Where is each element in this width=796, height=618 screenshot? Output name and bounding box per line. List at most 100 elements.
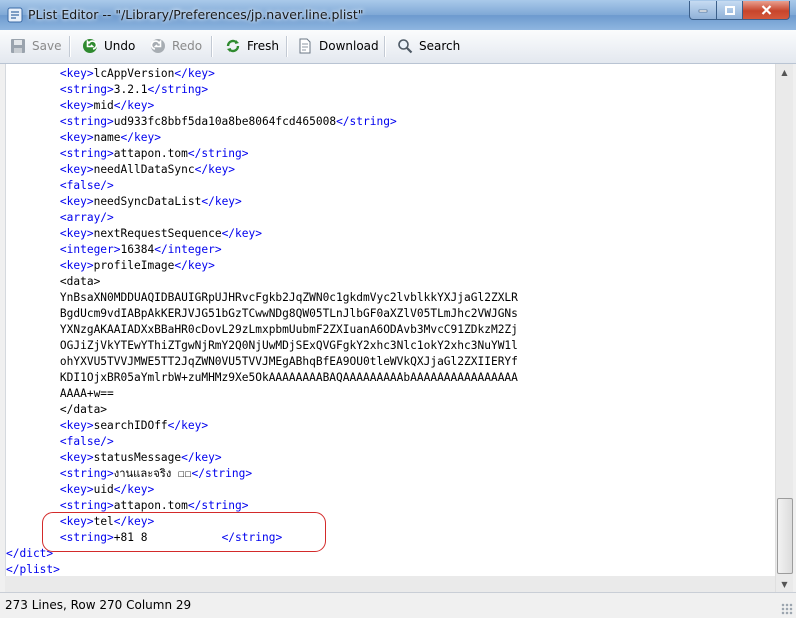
- line-close-tag: </key>: [174, 67, 215, 80]
- code-line[interactable]: <string>3.2.1</string>: [6, 82, 208, 98]
- line-open-tag: <key>: [59, 131, 94, 144]
- code-line[interactable]: <key>lcAppVersion</key>: [6, 66, 215, 82]
- scroll-thumb[interactable]: [777, 498, 793, 574]
- download-button[interactable]: Download: [297, 36, 379, 56]
- minimize-button[interactable]: [689, 1, 717, 20]
- code-line[interactable]: <data>: [6, 274, 100, 290]
- status-text: 273 Lines, Row 270 Column 29: [5, 598, 192, 612]
- line-close-tag: </string>: [187, 147, 249, 160]
- code-line[interactable]: <key>needAllDataSync</key>: [6, 162, 235, 178]
- line-content: AAAA+w==: [59, 387, 114, 400]
- code-line[interactable]: BgdUcm9vdIABpAkKERJVJG51bGzTCwwNDg8QW05T…: [6, 306, 518, 322]
- undo-button[interactable]: Undo: [82, 36, 135, 56]
- download-label: Download: [319, 39, 379, 53]
- code-line[interactable]: <string>attapon.tom</string>: [6, 498, 249, 514]
- code-line[interactable]: <key>tel</key>: [6, 514, 154, 530]
- search-icon: [398, 39, 413, 54]
- line-open-tag: <string>: [59, 467, 114, 480]
- line-open-tag: <string>: [59, 83, 114, 96]
- fresh-label: Fresh: [247, 39, 279, 53]
- code-line[interactable]: OGJiZjVkYTEwYThiZTgwNjRmY2Q0NjUwMDjSExQV…: [6, 338, 518, 354]
- fresh-button[interactable]: Fresh: [225, 36, 279, 56]
- line-content: OGJiZjVkYTEwYThiZTgwNjRmY2Q0NjUwMDjSExQV…: [59, 339, 518, 352]
- code-line[interactable]: <key>needSyncDataList</key>: [6, 194, 242, 210]
- line-close-tag: </key>: [194, 163, 236, 176]
- code-line[interactable]: <key>nextRequestSequence</key>: [6, 226, 262, 242]
- code-line[interactable]: <string>+81 8 </string>: [6, 530, 282, 546]
- line-open-tag: <key>: [59, 419, 94, 432]
- code-line[interactable]: ohYXVU5TVVJMWE5TT2JqZWN0VU5TVVJMEgABhqBf…: [6, 354, 518, 370]
- close-button[interactable]: [742, 1, 790, 20]
- line-open-tag: <key>: [59, 67, 94, 80]
- code-line[interactable]: YnBsaXN0MDDUAQIDBAUIGRpUJHRvcFgkb2JqZWN0…: [6, 290, 518, 306]
- line-close-tag: </string>: [187, 499, 249, 512]
- redo-button[interactable]: Redo: [150, 36, 202, 56]
- code-line[interactable]: <integer>16384</integer>: [6, 242, 222, 258]
- code-line[interactable]: AAAA+w==: [6, 386, 114, 402]
- line-open-tag: </plist>: [6, 563, 60, 576]
- code-line[interactable]: YXNzgAKAAIADXxBBaHR0cDovL29zLmxpbmUubmF2…: [6, 322, 518, 338]
- search-label: Search: [419, 39, 461, 53]
- scroll-up-arrow-icon[interactable]: ▲: [776, 64, 793, 80]
- code-line[interactable]: </plist>: [6, 562, 60, 576]
- line-close-tag: </key>: [120, 131, 161, 144]
- line-close-tag: </string>: [336, 115, 397, 128]
- line-content: งานและจริง ☐☐: [113, 467, 192, 480]
- line-content: </data>: [59, 403, 108, 416]
- code-line[interactable]: <string>attapon.tom</string>: [6, 146, 249, 162]
- line-close-tag: </key>: [174, 259, 215, 272]
- text-editor[interactable]: <key>lcAppVersion</key> <string>3.2.1</s…: [5, 64, 776, 576]
- code-line[interactable]: </data>: [6, 402, 107, 418]
- line-open-tag: <integer>: [59, 243, 121, 256]
- line-open-tag: <key>: [59, 515, 94, 528]
- code-line[interactable]: <key>name</key>: [6, 130, 161, 146]
- code-line[interactable]: <key>statusMessage</key>: [6, 450, 222, 466]
- code-line[interactable]: <string>งานและจริง ☐☐</string>: [6, 466, 252, 482]
- toolbar-separator: [211, 36, 213, 57]
- code-line[interactable]: <string>ud933fc8bbf5da10a8be8064fcd46500…: [6, 114, 397, 130]
- code-line[interactable]: <false/>: [6, 178, 114, 194]
- line-content: +81 8: [113, 531, 222, 544]
- vertical-scrollbar[interactable]: ▲ ▼: [775, 64, 793, 592]
- line-content: tel: [93, 515, 114, 528]
- horizontal-scrollbar[interactable]: [5, 576, 775, 592]
- line-close-tag: </key>: [113, 99, 155, 112]
- maximize-button[interactable]: [716, 1, 743, 20]
- code-line[interactable]: <key>searchIDOff</key>: [6, 418, 208, 434]
- line-open-tag: <false/>: [59, 435, 114, 448]
- code-line[interactable]: KDI1OjxBR05aYmlrbW+zuMHMz9Xe5OkAAAAAAAAB…: [6, 370, 518, 386]
- line-open-tag: <array/>: [59, 211, 114, 224]
- line-content: YXNzgAKAAIADXxBBaHR0cDovL29zLmxpbmUubmF2…: [59, 323, 518, 336]
- line-content: profileImage: [93, 259, 175, 272]
- save-button[interactable]: Save: [10, 36, 61, 56]
- code-line[interactable]: <array/>: [6, 210, 114, 226]
- line-content: needSyncDataList: [93, 195, 202, 208]
- code-line[interactable]: <key>profileImage</key>: [6, 258, 215, 274]
- save-label: Save: [32, 39, 62, 53]
- line-content: YnBsaXN0MDDUAQIDBAUIGRpUJHRvcFgkb2JqZWN0…: [59, 291, 518, 304]
- title-bar[interactable]: PList Editor -- "/Library/Preferences/jp…: [0, 0, 796, 30]
- code-line[interactable]: <key>mid</key>: [6, 98, 154, 114]
- status-bar: 273 Lines, Row 270 Column 29: [0, 592, 796, 618]
- resize-grip-icon[interactable]: [781, 603, 793, 615]
- scroll-down-arrow-icon[interactable]: ▼: [776, 576, 793, 592]
- code-line[interactable]: </dict>: [6, 546, 53, 562]
- line-open-tag: <string>: [59, 499, 114, 512]
- line-content: attapon.tom: [113, 499, 188, 512]
- search-button[interactable]: Search: [397, 36, 460, 56]
- code-line[interactable]: <key>uid</key>: [6, 482, 154, 498]
- code-line[interactable]: <false/>: [6, 434, 114, 450]
